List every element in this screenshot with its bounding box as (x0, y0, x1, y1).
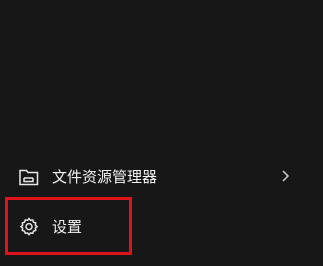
menu-item-settings[interactable]: 设置 (0, 206, 323, 248)
menu-item-label: 设置 (52, 218, 83, 236)
start-menu-panel: 文件资源管理器 设置 (0, 0, 323, 266)
chevron-right-icon (279, 168, 291, 184)
menu-item-label: 文件资源管理器 (52, 168, 158, 186)
gear-icon (18, 216, 40, 238)
menu-item-file-explorer[interactable]: 文件资源管理器 (0, 156, 323, 198)
file-explorer-icon (18, 166, 40, 188)
